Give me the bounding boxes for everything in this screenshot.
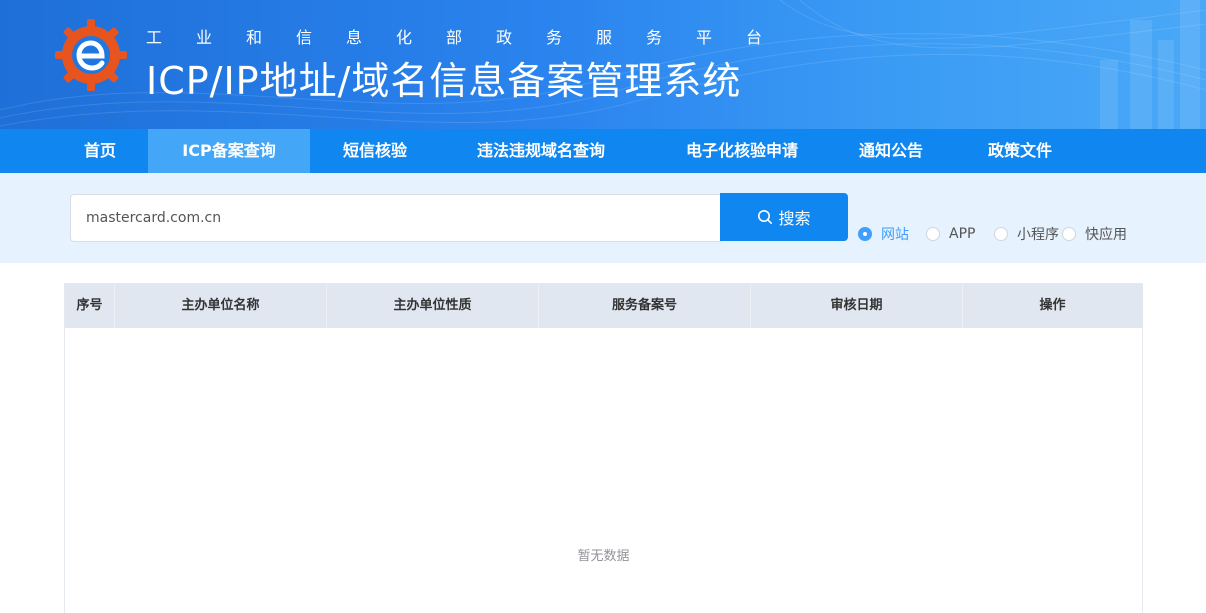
radio-quick-app[interactable]: 快应用 xyxy=(1062,225,1127,243)
search-button[interactable]: 搜索 xyxy=(720,193,848,241)
search-input[interactable] xyxy=(70,194,721,242)
column-header-license-number: 服务备案号 xyxy=(539,284,751,328)
system-title: ICP/IP地址/域名信息备案管理系统 xyxy=(146,59,742,103)
column-header-actions: 操作 xyxy=(1039,298,1066,313)
radio-label: 小程序 xyxy=(1017,227,1059,243)
main-nav: 首页 ICP备案查询 短信核验 违法违规域名查询 电子化核验申请 通知公告 政策… xyxy=(0,129,1206,173)
nav-item-sms-verify[interactable]: 短信核验 xyxy=(322,129,428,173)
miit-gear-e-logo-icon xyxy=(55,19,127,91)
search-button-label: 搜索 xyxy=(778,209,811,228)
nav-item-e-verify-apply[interactable]: 电子化核验申请 xyxy=(656,129,828,173)
search-icon xyxy=(758,210,773,224)
radio-app[interactable]: APP xyxy=(926,225,975,243)
table-header: 序号 主办单位名称 主办单位性质 服务备案号 审核日期 操作 xyxy=(65,284,1142,328)
radio-dot xyxy=(858,227,872,241)
search-area: 搜索 网站 APP 小程序 快应用 xyxy=(0,173,1206,263)
nav-item-policy-files[interactable]: 政策文件 xyxy=(974,129,1066,173)
results-table: 序号 主办单位名称 主办单位性质 服务备案号 审核日期 操作 暂无数据 xyxy=(64,283,1143,613)
column-header-org-name: 主办单位名称 xyxy=(115,284,327,328)
platform-subtitle: 工业和信息化部政务服务平台 xyxy=(146,28,797,47)
radio-dot xyxy=(926,227,940,241)
radio-dot xyxy=(1062,227,1076,241)
nav-item-notices[interactable]: 通知公告 xyxy=(846,129,936,173)
radio-website[interactable]: 网站 xyxy=(858,225,909,243)
radio-label: 网站 xyxy=(881,227,909,243)
radio-label: 快应用 xyxy=(1085,227,1127,243)
nav-item-icp-query[interactable]: ICP备案查询 xyxy=(148,129,310,173)
header-banner: 工业和信息化部政务服务平台 ICP/IP地址/域名信息备案管理系统 xyxy=(0,0,1206,129)
column-header-org-type: 主办单位性质 xyxy=(327,284,539,328)
empty-state-text: 暂无数据 xyxy=(577,549,630,564)
radio-label: APP xyxy=(949,226,976,242)
nav-item-illegal-domain-query[interactable]: 违法违规域名查询 xyxy=(456,129,626,173)
radio-mini-program[interactable]: 小程序 xyxy=(994,225,1059,243)
column-header-index: 序号 xyxy=(65,284,115,328)
radio-dot xyxy=(994,227,1008,241)
column-header-review-date: 审核日期 xyxy=(751,284,963,328)
nav-item-home[interactable]: 首页 xyxy=(60,129,140,173)
